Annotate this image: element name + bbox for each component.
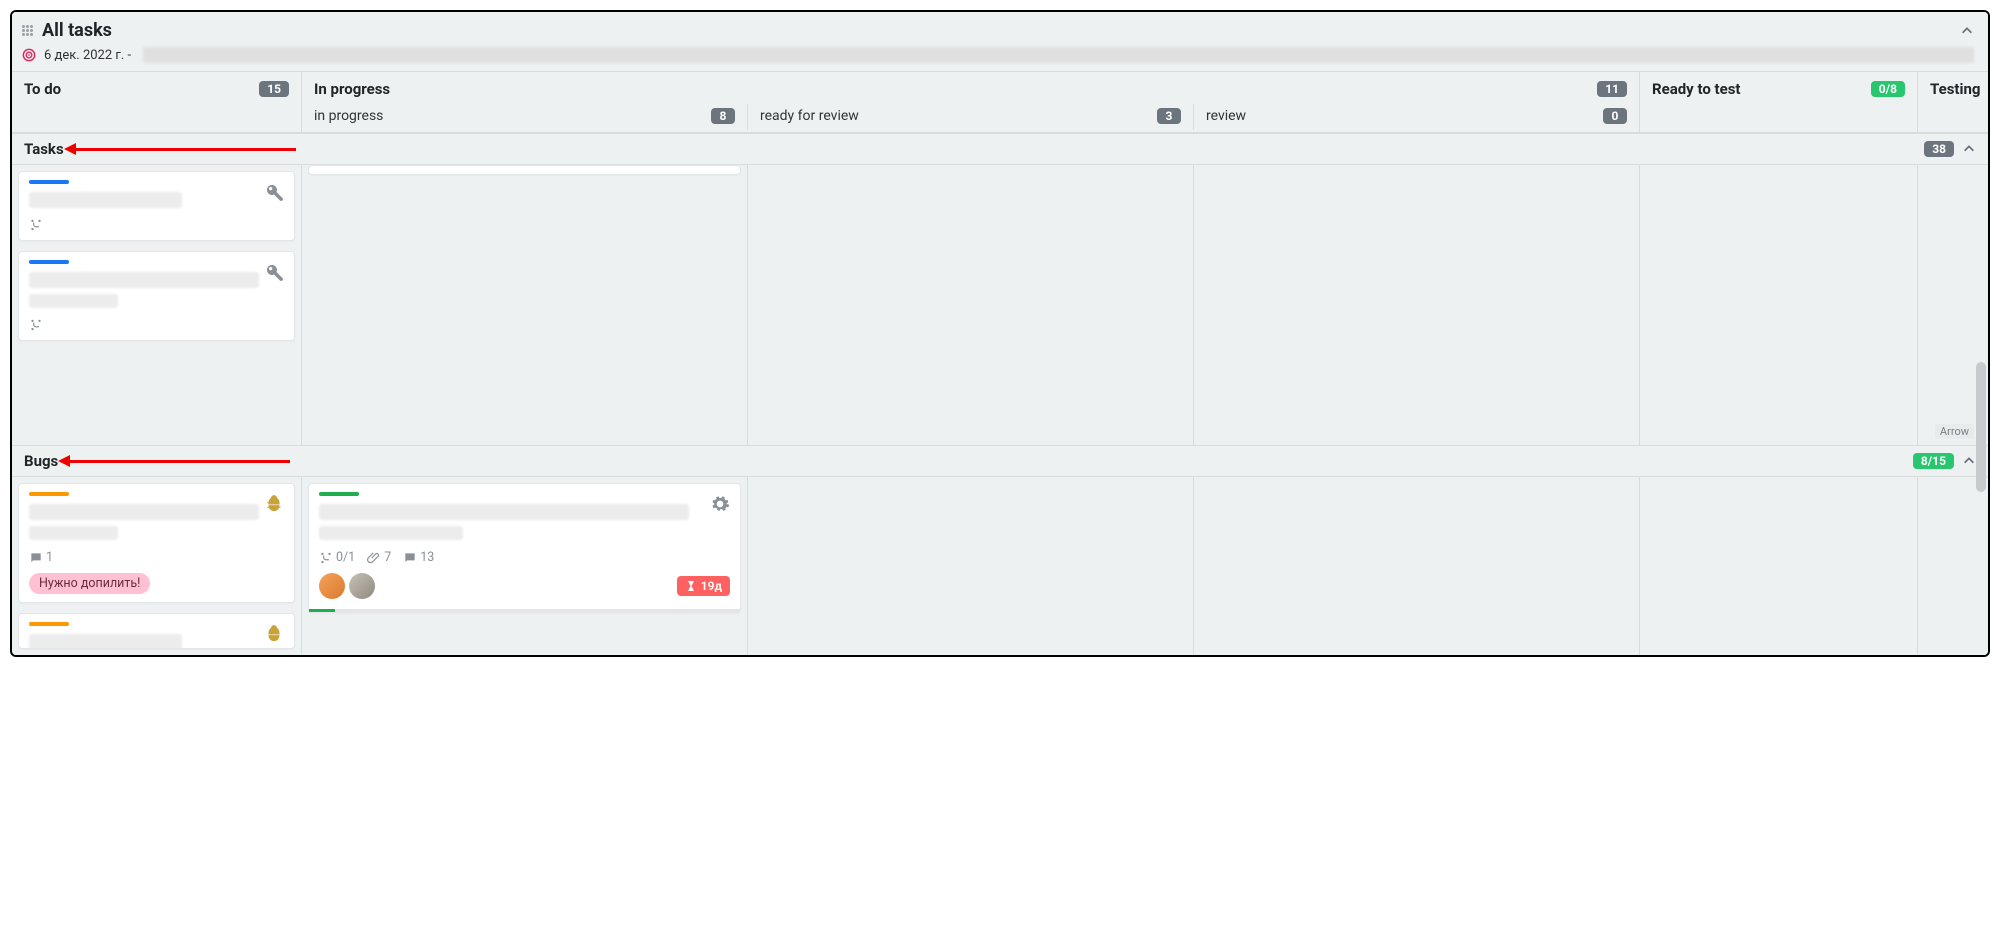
branch-icon <box>29 218 43 232</box>
lane-in-progress <box>302 165 1640 445</box>
lane-testing[interactable] <box>1918 477 1988 655</box>
column-title: Testing <box>1930 80 1980 98</box>
wrench-icon <box>264 182 284 202</box>
overdue-badge: 19д <box>677 576 730 596</box>
sprint-date: 6 дек. 2022 г. - <box>44 48 131 63</box>
subcolumn-count-badge: 3 <box>1157 108 1181 124</box>
card-title-redacted <box>29 294 118 308</box>
lane-ready-to-test[interactable] <box>1640 165 1918 445</box>
card-title-redacted <box>29 504 259 520</box>
card-color-stripe <box>29 260 69 264</box>
subcolumn-count-badge: 0 <box>1603 108 1627 124</box>
wrench-icon <box>264 262 284 282</box>
scrollbar-thumb[interactable] <box>1976 362 1986 492</box>
swimlane-body-tasks: Arrow <box>12 165 1988 445</box>
swimlane-title: Bugs <box>24 452 58 470</box>
drag-handle-icon[interactable] <box>22 25 34 37</box>
board-title: All tasks <box>42 20 112 41</box>
swimlane-count-badge: 8/15 <box>1913 453 1954 469</box>
column-title: In progress <box>314 80 390 98</box>
lane-sub-review[interactable] <box>1194 165 1639 445</box>
card-title-redacted <box>29 192 182 208</box>
subcolumn-header-review[interactable]: review 0 <box>1194 104 1639 130</box>
swimlane-header-tasks[interactable]: Tasks 38 <box>12 133 1988 165</box>
lane-sub-ready-for-review[interactable] <box>748 477 1194 655</box>
card-title-redacted <box>319 526 463 540</box>
card-title-redacted <box>319 504 689 520</box>
column-count-badge: 11 <box>1597 81 1627 97</box>
card-title-redacted <box>29 272 259 288</box>
column-title: To do <box>24 80 61 98</box>
task-card[interactable] <box>18 171 295 241</box>
kanban-board: All tasks 6 дек. 2022 г. - To do 15 In p… <box>10 10 1990 657</box>
column-header-ready-to-test[interactable]: Ready to test 0/8 <box>1640 72 1918 132</box>
column-header-in-progress[interactable]: In progress 11 in progress 8 ready for r… <box>302 72 1640 132</box>
card-progress-bar <box>309 609 740 612</box>
comments-count: 1 <box>29 550 53 565</box>
subcolumn-headers: in progress 8 ready for review 3 review … <box>302 104 1639 130</box>
sprint-info-row: 6 дек. 2022 г. - <box>12 45 1988 71</box>
task-card[interactable]: 1 Нужно допилить! <box>18 483 295 603</box>
bee-icon <box>264 494 284 514</box>
swimlane-collapse-button[interactable] <box>1962 454 1976 468</box>
lane-todo[interactable]: 1 Нужно допилить! <box>12 477 302 655</box>
card-title-redacted <box>29 634 182 649</box>
task-card[interactable]: 0/1 7 13 <box>308 483 741 613</box>
swimlane-body-bugs: 1 Нужно допилить! <box>12 477 1988 655</box>
subcolumn-count-badge: 8 <box>711 108 735 124</box>
branch-icon <box>29 318 43 332</box>
subcolumn-header-ready-for-review[interactable]: ready for review 3 <box>748 104 1194 130</box>
target-icon <box>22 48 36 62</box>
column-title: Ready to test <box>1652 80 1741 98</box>
subcolumn-title: review <box>1206 108 1246 124</box>
lane-in-progress: 0/1 7 13 <box>302 477 1640 655</box>
bee-icon <box>264 624 284 644</box>
subcolumn-title: in progress <box>314 108 383 124</box>
swimlane-title: Tasks <box>24 140 64 158</box>
annotation-arrow <box>58 455 290 467</box>
column-headers: To do 15 In progress 11 in progress 8 re… <box>12 71 1988 133</box>
swimlane-count-badge: 38 <box>1924 141 1954 157</box>
card-color-stripe <box>29 492 69 496</box>
card-color-stripe <box>29 180 69 184</box>
subtasks-count: 0/1 <box>319 550 355 565</box>
card-color-stripe <box>29 622 69 626</box>
lane-todo[interactable] <box>12 165 302 445</box>
lane-sub-ready-for-review[interactable] <box>748 165 1194 445</box>
task-card[interactable] <box>18 251 295 341</box>
sprint-name-redacted <box>143 47 1974 63</box>
lane-sub-in-progress[interactable]: 0/1 7 13 <box>302 477 748 655</box>
lane-sub-in-progress[interactable] <box>302 165 748 445</box>
column-count-badge: 15 <box>259 81 289 97</box>
annotation-label: Arrow <box>1935 424 1974 439</box>
column-count-badge: 0/8 <box>1871 81 1905 97</box>
board-header: All tasks <box>12 12 1988 45</box>
task-card[interactable] <box>18 613 295 649</box>
assignee-avatar[interactable] <box>319 573 345 599</box>
card-title-redacted <box>29 526 118 540</box>
subcolumn-header-in-progress[interactable]: in progress 8 <box>302 104 748 130</box>
column-header-testing[interactable]: Testing <box>1918 72 1988 132</box>
assignee-avatar[interactable] <box>349 573 375 599</box>
subcolumn-title: ready for review <box>760 108 859 124</box>
attachments-count: 7 <box>367 550 391 565</box>
comments-count: 13 <box>403 550 434 565</box>
lane-sub-review[interactable] <box>1194 477 1639 655</box>
gear-icon <box>710 494 730 514</box>
task-card-partial[interactable] <box>308 165 741 175</box>
swimlane-header-bugs[interactable]: Bugs 8/15 <box>12 445 1988 477</box>
lane-ready-to-test[interactable] <box>1640 477 1918 655</box>
card-tag[interactable]: Нужно допилить! <box>29 573 150 594</box>
annotation-arrow <box>64 143 296 155</box>
column-header-todo[interactable]: To do 15 <box>12 72 302 132</box>
swimlane-collapse-button[interactable] <box>1962 142 1976 156</box>
card-color-stripe <box>319 492 359 496</box>
board-collapse-button[interactable] <box>1960 24 1974 38</box>
